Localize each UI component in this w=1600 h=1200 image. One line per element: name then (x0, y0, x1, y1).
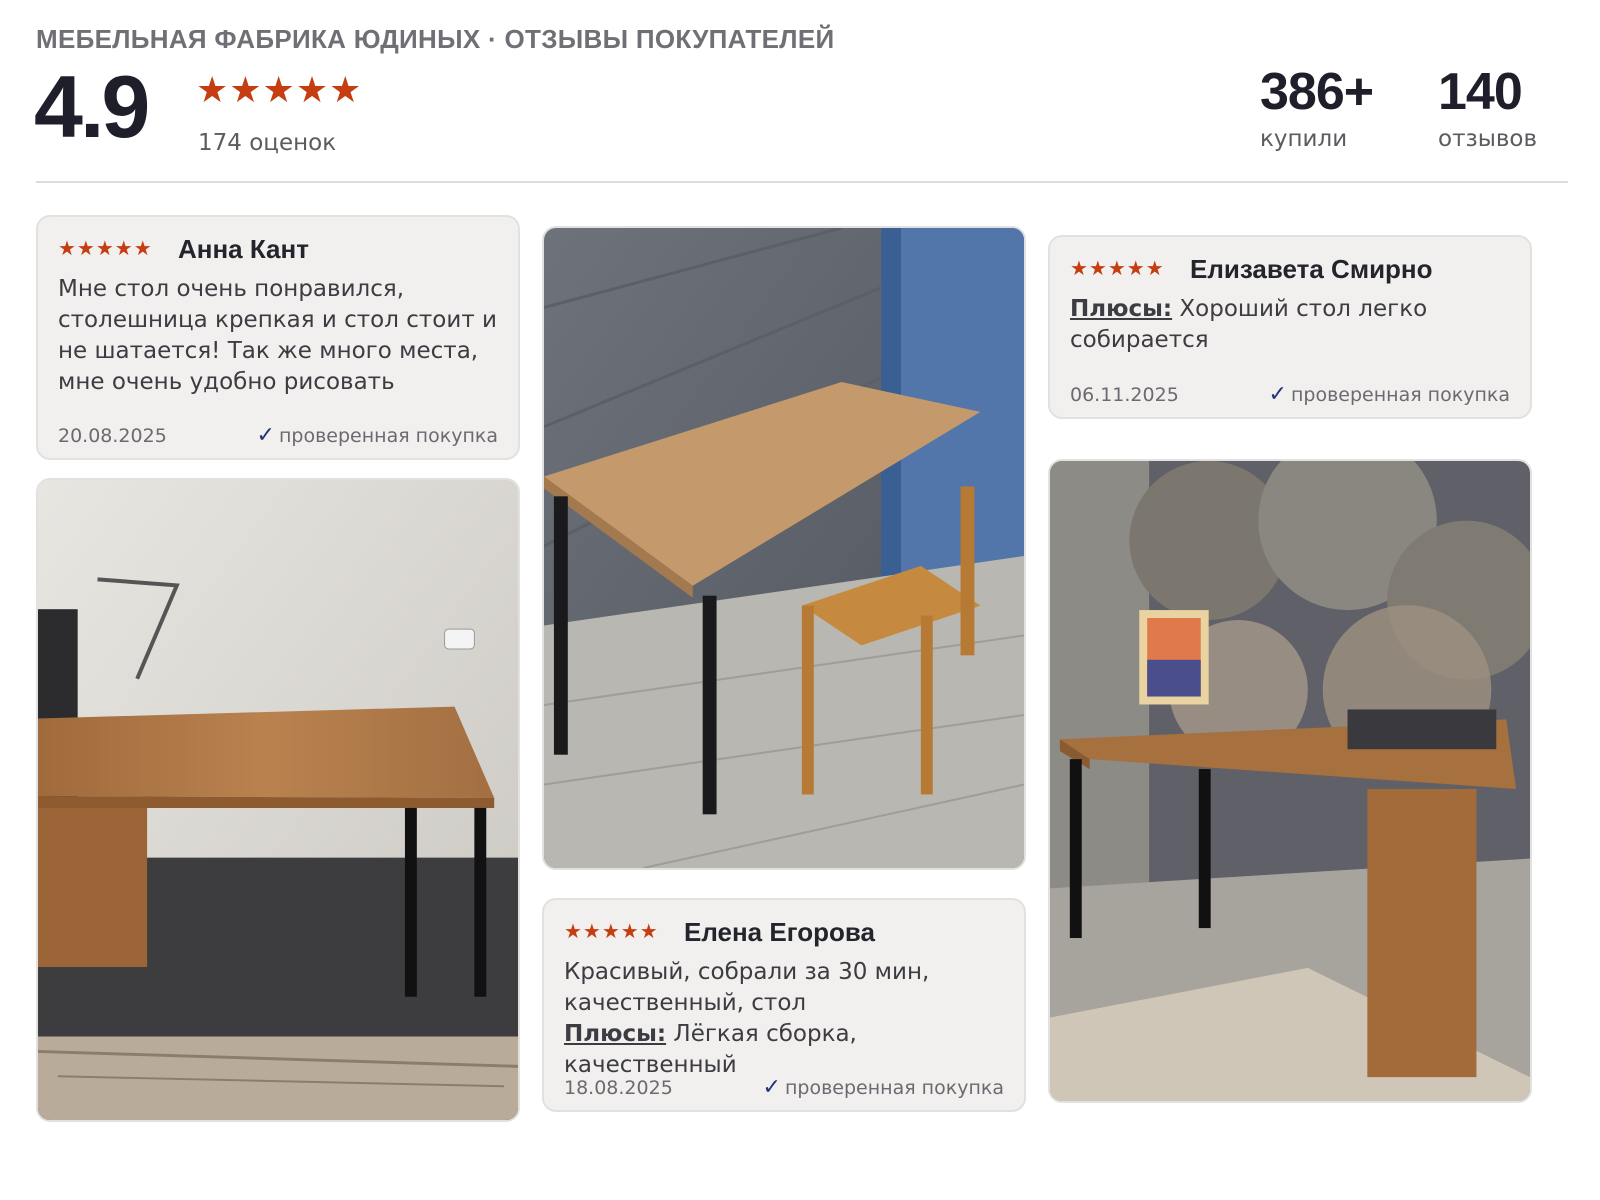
review-photo[interactable] (1048, 459, 1532, 1103)
check-icon: ✓ (1268, 382, 1287, 407)
review-author: Елизавета Смирно (1190, 254, 1433, 284)
review-stars-icon: ★★★★★ (58, 236, 153, 260)
stat-reviews-label: отзывов (1438, 126, 1538, 152)
review-date: 18.08.2025 (564, 1077, 673, 1099)
stat-purchased-label: купили (1260, 126, 1348, 152)
average-rating: 4.9 (34, 57, 150, 156)
review-pros: Плюсы: Хороший стол легко собирается (1070, 294, 1510, 356)
desk-photo-image (38, 480, 518, 1120)
page-title: МЕБЕЛЬНАЯ ФАБРИКА ЮДИНЫХ · ОТЗЫВЫ ПОКУПА… (36, 24, 835, 54)
review-card: ★★★★★ Елизавета Смирно Плюсы: Хороший ст… (1048, 235, 1532, 419)
check-icon: ✓ (762, 1075, 781, 1100)
review-pros: Плюсы: Лёгкая сборка, качественный (564, 1019, 1004, 1081)
review-photo[interactable] (542, 226, 1026, 870)
review-author: Анна Кант (178, 234, 309, 264)
review-photo[interactable] (36, 478, 520, 1122)
review-card: ★★★★★ Елена Егорова Красивый, собрали за… (542, 898, 1026, 1112)
review-text: Мне стол очень понравился, столешница кр… (58, 276, 497, 395)
verified-badge: ✓ проверенная покупка (1269, 382, 1510, 407)
verified-badge: ✓ проверенная покупка (763, 1075, 1004, 1100)
review-text: Красивый, собрали за 30 мин, качественны… (564, 957, 1004, 1081)
verified-label: проверенная покупка (278, 425, 498, 447)
stat-purchased-value: 386+ (1260, 63, 1374, 121)
verified-badge: ✓ проверенная покупка (257, 423, 498, 448)
review-date: 06.11.2025 (1070, 384, 1179, 406)
review-stars-icon: ★★★★★ (564, 919, 659, 943)
desk-chair-photo-image (544, 228, 1024, 868)
header-divider (36, 181, 1568, 183)
ratings-count: 174 оценок (198, 130, 337, 156)
pros-label: Плюсы: (564, 1021, 667, 1047)
review-body: Красивый, собрали за 30 мин, качественны… (564, 959, 930, 1016)
pros-label: Плюсы: (1070, 296, 1173, 322)
check-icon: ✓ (256, 423, 275, 448)
stat-reviews: 140 отзывов (1438, 62, 1537, 152)
stat-purchased: 386+ купили (1260, 62, 1374, 152)
review-author: Елена Егорова (684, 917, 875, 947)
review-stars-icon: ★★★★★ (1070, 256, 1165, 280)
stat-reviews-value: 140 (1438, 63, 1523, 121)
review-date: 20.08.2025 (58, 425, 167, 447)
verified-label: проверенная покупка (784, 1077, 1004, 1099)
desk-wallpaper-photo-image (1050, 461, 1530, 1101)
rating-stars-icon: ★★★★★ (196, 70, 363, 111)
review-card: ★★★★★ Анна Кант Мне стол очень понравилс… (36, 215, 520, 460)
verified-label: проверенная покупка (1290, 384, 1510, 406)
